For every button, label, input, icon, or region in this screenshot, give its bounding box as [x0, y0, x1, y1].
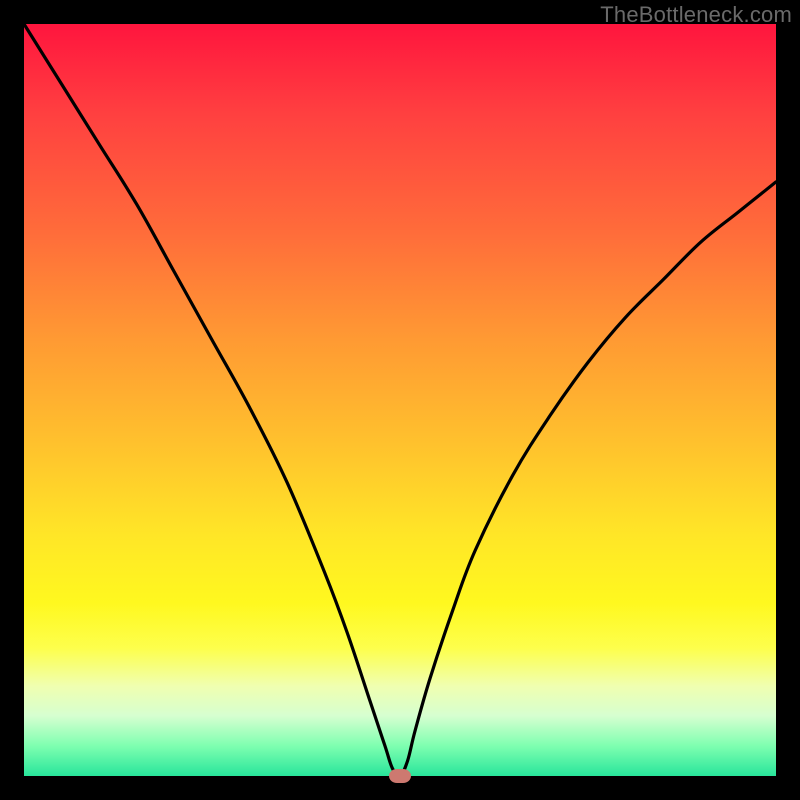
bottleneck-curve	[24, 24, 776, 776]
minimum-marker	[389, 769, 411, 783]
curve-path	[24, 24, 776, 776]
watermark-text: TheBottleneck.com	[600, 2, 792, 28]
plot-area	[24, 24, 776, 776]
chart-frame: TheBottleneck.com	[0, 0, 800, 800]
